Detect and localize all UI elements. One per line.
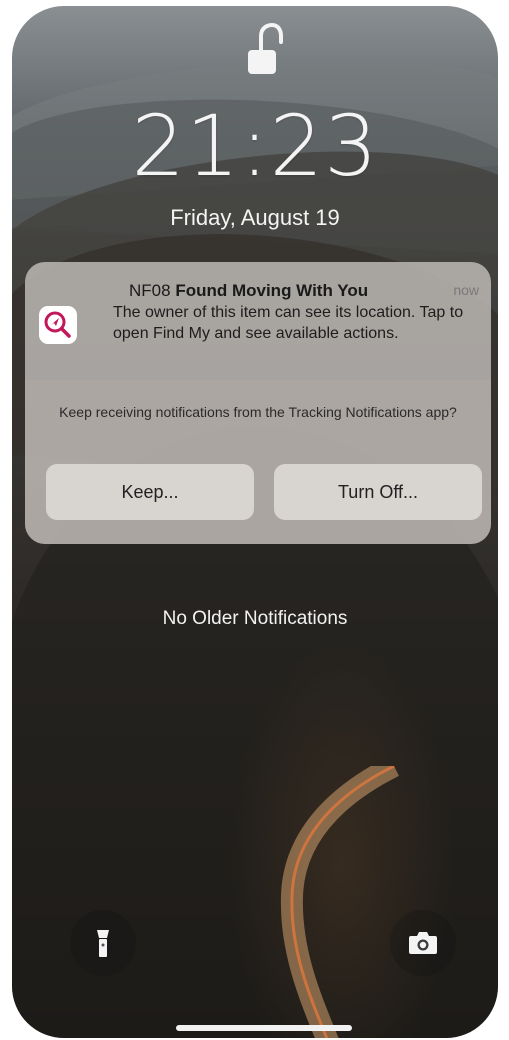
home-indicator[interactable]: [176, 1025, 352, 1031]
notification-title: NF08 Found Moving With You: [129, 280, 368, 302]
lock-date: Friday, August 19: [170, 205, 340, 230]
notification-timestamp: now: [453, 282, 479, 298]
turn-off-button[interactable]: Turn Off...: [274, 464, 482, 520]
lock-screen: 21:23 Friday, August 19 NF08 Found Movin…: [12, 6, 498, 1038]
notification-title-bold: Found Moving With You: [175, 281, 369, 300]
keep-button[interactable]: Keep...: [46, 464, 254, 520]
tracking-notification[interactable]: NF08 Found Moving With You now The owner…: [25, 262, 491, 544]
camera-button[interactable]: [390, 910, 456, 976]
flashlight-icon: [97, 930, 109, 957]
notification-header[interactable]: NF08 Found Moving With You now The owner…: [25, 262, 491, 380]
no-older-notifications-label: No Older Notifications: [162, 608, 348, 629]
keep-notifications-prompt: Keep receiving notifications from the Tr…: [59, 404, 457, 420]
lock-time: 21:23: [131, 97, 379, 195]
unlocked-padlock-icon: [247, 22, 283, 76]
camera-icon: [409, 932, 437, 954]
notification-actions-panel: Keep receiving notifications from the Tr…: [25, 380, 491, 544]
find-my-tracking-icon: [39, 306, 77, 344]
flashlight-button[interactable]: [70, 910, 136, 976]
notification-title-prefix: NF08: [129, 281, 171, 300]
notification-body: The owner of this item can see its locat…: [113, 304, 464, 342]
